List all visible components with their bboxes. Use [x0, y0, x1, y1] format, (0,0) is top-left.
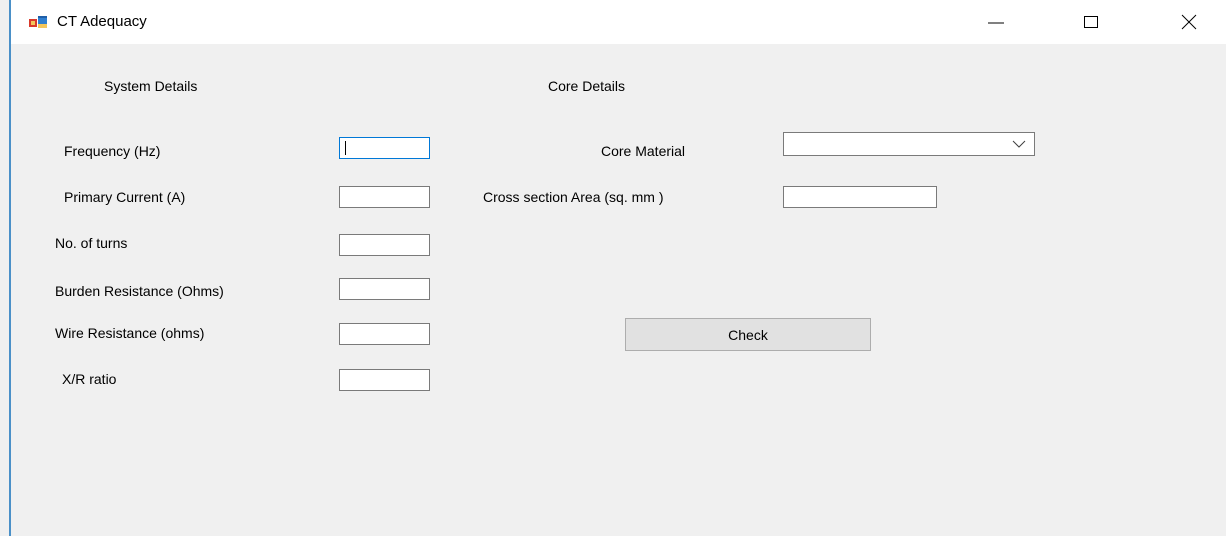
core-details-heading: Core Details: [548, 78, 626, 94]
xr-ratio-label: X/R ratio: [62, 371, 117, 387]
form-app-icon: [29, 16, 47, 28]
frequency-input[interactable]: [339, 137, 430, 159]
cross-section-label: Cross section Area (sq. mm ): [483, 189, 664, 205]
wire-resistance-label: Wire Resistance (ohms): [55, 325, 205, 341]
core-material-dropdown[interactable]: [783, 132, 1035, 156]
burden-resistance-input[interactable]: [339, 278, 430, 300]
core-material-label: Core Material: [601, 143, 686, 159]
text-caret: [345, 141, 346, 155]
check-button[interactable]: Check: [625, 318, 871, 351]
maximize-button[interactable]: [1061, 0, 1121, 44]
maximize-icon: [1084, 16, 1098, 28]
wire-resistance-input[interactable]: [339, 323, 430, 345]
primary-current-label: Primary Current (A): [64, 189, 186, 205]
window-left-border: [9, 0, 11, 536]
minimize-button[interactable]: [966, 0, 1026, 44]
primary-current-input[interactable]: [339, 186, 430, 208]
close-button[interactable]: [1159, 0, 1219, 44]
frequency-label: Frequency (Hz): [64, 143, 161, 159]
window-title: CT Adequacy: [57, 13, 147, 30]
turns-input[interactable]: [339, 234, 430, 256]
minimize-icon: [988, 22, 1004, 24]
title-bar[interactable]: CT Adequacy: [11, 0, 1226, 44]
main-window: CT Adequacy System Details Core Details …: [0, 0, 1226, 536]
turns-label: No. of turns: [55, 235, 128, 251]
cross-section-input[interactable]: [783, 186, 937, 208]
close-icon: [1181, 14, 1197, 30]
system-details-heading: System Details: [104, 78, 198, 94]
xr-ratio-input[interactable]: [339, 369, 430, 391]
burden-resistance-label: Burden Resistance (Ohms): [55, 283, 224, 299]
chevron-down-icon: [1012, 140, 1026, 148]
